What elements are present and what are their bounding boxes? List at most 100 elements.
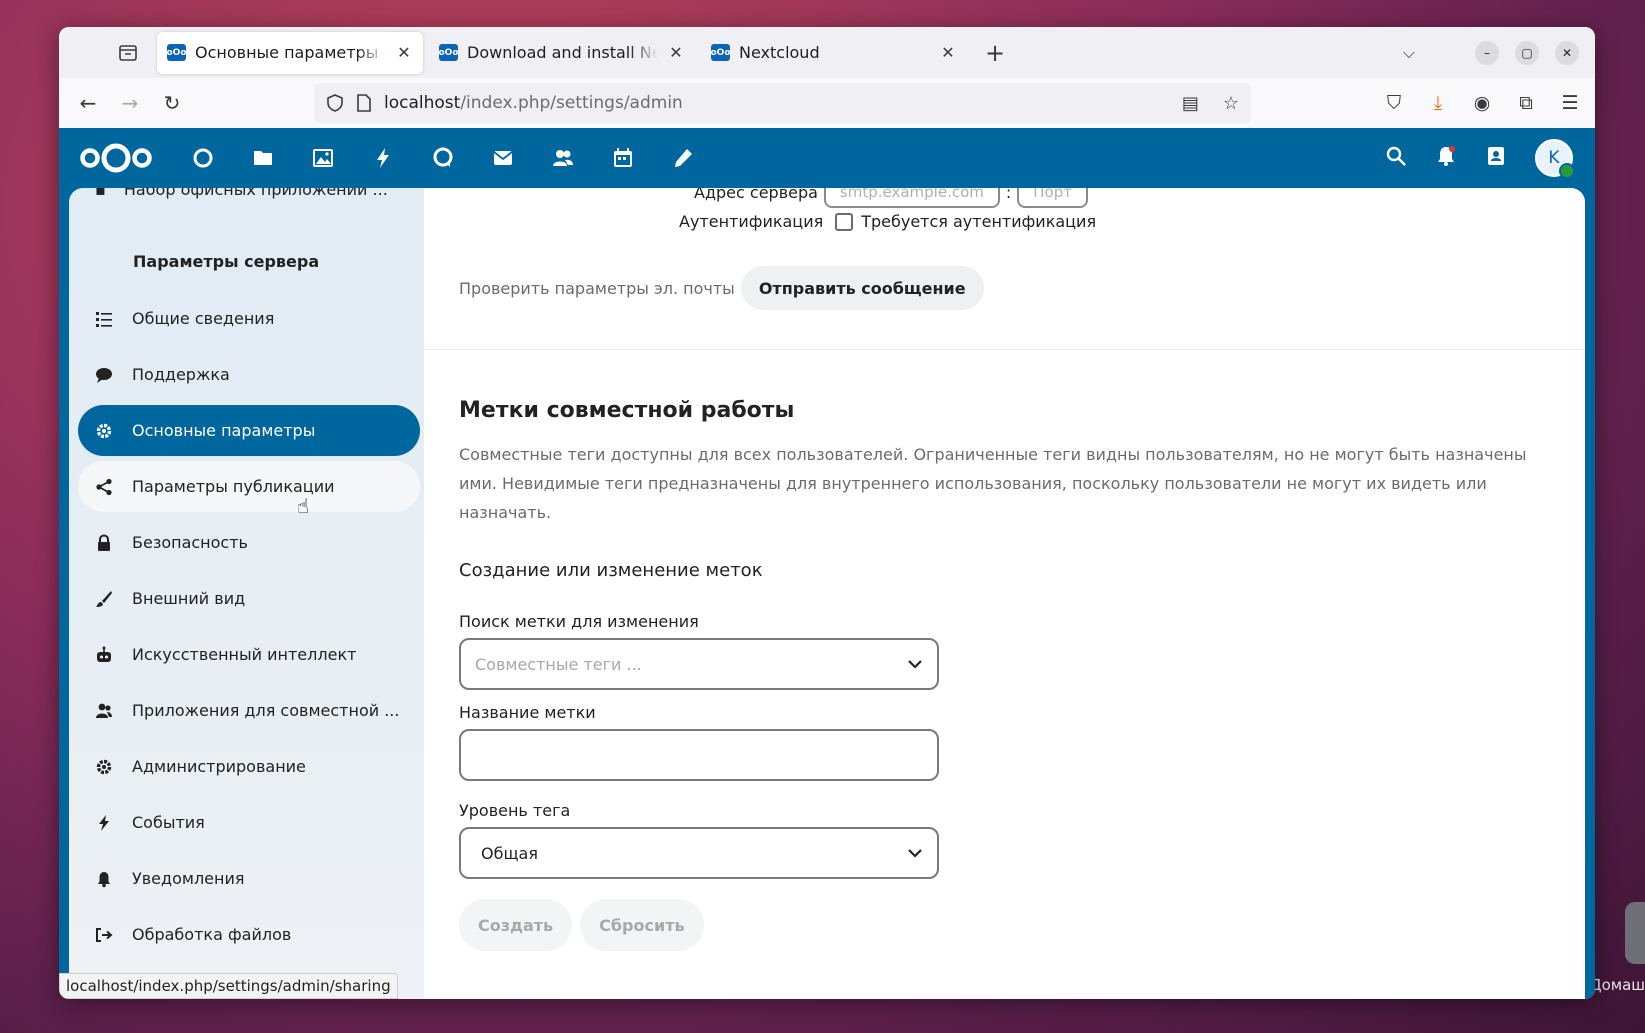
search-tag-select[interactable]: Совместные теги ...: [459, 638, 939, 690]
sidebar-item-basic-settings[interactable]: Основные параметры: [78, 405, 420, 456]
chevron-down-icon: [908, 849, 922, 858]
sidebar-item-label: Безопасность: [132, 533, 248, 552]
dashboard-icon: [193, 148, 213, 168]
shield-icon[interactable]: [326, 94, 344, 112]
tab-title: Nextcloud: [739, 43, 820, 62]
auth-required-checkbox[interactable]: [835, 212, 854, 231]
nextcloud-favicon-icon: oOo: [166, 44, 187, 61]
reload-icon[interactable]: ↻: [151, 91, 193, 115]
close-icon[interactable]: ✕: [395, 43, 413, 62]
tab-settings[interactable]: oOo Основные параметры - Nextcloud ✕: [157, 31, 423, 74]
nextcloud-favicon-icon: oOo: [710, 44, 731, 61]
url-host: localhost: [384, 93, 461, 113]
tag-level-label: Уровень тега: [459, 801, 571, 820]
chevron-down-icon[interactable]: ⌵: [1403, 43, 1415, 63]
share-icon: [94, 477, 114, 497]
create-button[interactable]: Создать: [459, 899, 573, 951]
maximize-icon[interactable]: ▢: [1515, 40, 1539, 65]
minimize-icon[interactable]: –: [1475, 40, 1499, 65]
send-message-button[interactable]: Отправить сообщение: [740, 266, 984, 310]
account-icon[interactable]: ◉: [1471, 92, 1493, 114]
forward-arrow-icon[interactable]: →: [109, 91, 151, 115]
avatar[interactable]: K: [1535, 139, 1575, 179]
nextcloud-logo-icon[interactable]: [77, 138, 155, 178]
sidebar-item-overview[interactable]: Общие сведения: [78, 293, 420, 344]
server-port-input[interactable]: Порт: [1017, 188, 1088, 208]
download-icon[interactable]: ⤓: [1427, 92, 1449, 114]
sidebar-item-notifications[interactable]: Уведомления: [78, 853, 420, 904]
sidebar-item-ai[interactable]: Искусственный интеллект: [78, 629, 420, 680]
back-arrow-icon[interactable]: ←: [67, 91, 109, 115]
new-tab-button[interactable]: +: [977, 39, 1013, 67]
server-address-input[interactable]: smtp.example.com: [823, 188, 1000, 208]
window-close-icon[interactable]: ✕: [1555, 40, 1579, 65]
app-calendar[interactable]: [593, 128, 653, 188]
reset-button[interactable]: Сбросить: [580, 899, 704, 951]
mouse-cursor-icon: ☝: [297, 494, 310, 518]
app-files[interactable]: [233, 128, 293, 188]
tab-overview-button[interactable]: [105, 35, 151, 71]
sidebar-item-label: Искусственный интеллект: [132, 645, 357, 664]
sidebar-item-support[interactable]: Поддержка: [78, 349, 420, 400]
sidebar-item-label: Общие сведения: [132, 309, 275, 328]
section-divider: [424, 349, 1585, 350]
notifications-bell-icon[interactable]: [1435, 145, 1457, 171]
close-icon[interactable]: ✕: [939, 43, 957, 62]
close-icon[interactable]: ✕: [667, 43, 685, 62]
app-talk[interactable]: [413, 128, 473, 188]
section-title: Метки совместной работы: [459, 398, 795, 423]
sidebar-item-label: Основные параметры: [132, 421, 316, 440]
extensions-icon[interactable]: ⧉: [1515, 92, 1537, 114]
settings-main: Адрес сервера smtp.example.com : Порт Ау…: [424, 188, 1585, 999]
bell-icon: [94, 869, 114, 889]
pocket-icon[interactable]: ⛉: [1383, 92, 1405, 114]
sidebar-item-administration[interactable]: Администрирование: [78, 741, 420, 792]
app-dashboard[interactable]: [173, 128, 233, 188]
tag-name-input[interactable]: [459, 729, 939, 781]
sidebar-item-theming[interactable]: Внешний вид: [78, 573, 420, 624]
tag-level-select[interactable]: Общая: [459, 827, 939, 879]
app-photos[interactable]: [293, 128, 353, 188]
contacts-icon: [553, 150, 573, 166]
bookmark-star-icon[interactable]: ☆: [1223, 93, 1239, 114]
people-icon: [94, 701, 114, 721]
url-bar[interactable]: localhost/index.php/settings/admin ▤ ☆: [314, 83, 1251, 123]
chevron-down-icon: [908, 660, 922, 669]
sidebar-item-security[interactable]: Безопасность: [78, 517, 420, 568]
lock-icon: [94, 533, 114, 553]
page-icon[interactable]: [356, 94, 372, 112]
list-icon: [94, 309, 114, 329]
url-text[interactable]: localhost/index.php/settings/admin: [384, 93, 1158, 113]
photos-icon: [313, 149, 333, 167]
tab-bar: oOo Основные параметры - Nextcloud ✕ oOo…: [59, 27, 1595, 78]
contacts-menu-icon[interactable]: [1485, 145, 1507, 171]
sidebar-item-events[interactable]: События: [78, 797, 420, 848]
menu-icon[interactable]: ☰: [1559, 92, 1581, 114]
office-icon: ▪: [95, 188, 106, 199]
sidebar-item-file-processing[interactable]: Обработка файлов: [78, 909, 420, 960]
tab-nextcloud[interactable]: oOo Nextcloud ✕: [701, 32, 967, 74]
desktop-home-label[interactable]: Домаш: [1590, 976, 1645, 994]
app-menu: [173, 128, 713, 188]
app-notes[interactable]: [653, 128, 713, 188]
app-contacts[interactable]: [533, 128, 593, 188]
tab-title: Основные параметры - Nextcloud: [195, 43, 386, 62]
notes-icon: [675, 149, 692, 167]
file-process-icon: [94, 925, 114, 945]
app-mail[interactable]: [473, 128, 533, 188]
content-area: ▪ Набор офисных приложений ... Параметры…: [59, 188, 1595, 999]
sidebar-item-groupware[interactable]: Приложения для совместной ...: [78, 685, 420, 736]
sidebar-item-office[interactable]: ▪ Набор офисных приложений ...: [95, 188, 388, 199]
auth-checkbox-label[interactable]: Требуется аутентификация: [861, 212, 1096, 231]
desktop-home-icon[interactable]: [1625, 902, 1645, 964]
sidebar-item-sharing[interactable]: Параметры публикации: [78, 461, 420, 512]
subsection-title: Создание или изменение меток: [459, 560, 763, 581]
search-tag-label: Поиск метки для изменения: [459, 612, 699, 631]
tab-download[interactable]: oOo Download and install Nextcloud ✕: [429, 32, 695, 74]
search-tag-placeholder: Совместные теги ...: [475, 654, 642, 674]
app-activity[interactable]: [353, 128, 413, 188]
test-email-label: Проверить параметры эл. почты: [459, 278, 735, 298]
reader-view-icon[interactable]: ▤: [1182, 93, 1199, 114]
sidebar-item-label: Приложения для совместной ...: [132, 701, 400, 720]
search-icon[interactable]: [1385, 145, 1407, 171]
